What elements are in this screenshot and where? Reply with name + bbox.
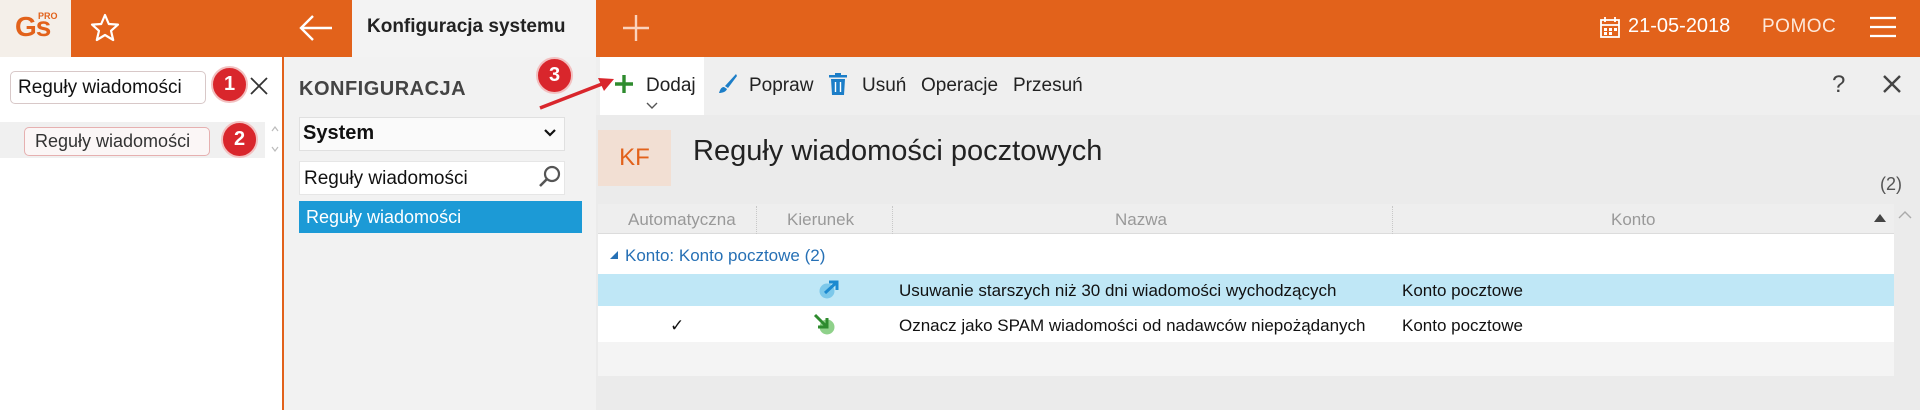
hamburger-menu-icon[interactable] [1870, 16, 1896, 38]
config-search-value: Reguły wiadomości [304, 168, 468, 189]
search-icon[interactable] [538, 165, 562, 189]
configuration-title: KONFIGURACJA [299, 78, 467, 100]
trash-icon [829, 73, 847, 95]
new-tab-plus-icon[interactable] [620, 12, 652, 44]
collapse-caret-icon[interactable] [610, 251, 618, 259]
record-count: (2) [1880, 174, 1902, 194]
module-select-value: System [303, 122, 375, 144]
sort-ascending-icon[interactable] [1874, 214, 1886, 222]
add-dropdown-chevron-icon[interactable] [646, 102, 658, 110]
star-icon[interactable] [88, 11, 122, 45]
annotation-badge-3: 3 [536, 57, 573, 94]
group-label: Konto: Konto pocztowe (2) [625, 246, 825, 266]
help-question-icon[interactable]: ? [1832, 71, 1845, 99]
group-field-value: Konto pocztowe (2) [678, 246, 826, 265]
tab-konfiguracja-systemu[interactable]: Konfiguracja systemu [352, 0, 596, 57]
search-result-label: Reguły wiadomości [35, 131, 191, 151]
edit-button[interactable]: Popraw [749, 75, 813, 97]
column-header-konto[interactable]: Konto [1611, 210, 1655, 230]
column-separator [892, 206, 893, 234]
group-field-name: Konto: [625, 246, 675, 265]
current-date[interactable]: 21-05-2018 [1628, 15, 1730, 38]
scroll-up-icon[interactable] [1898, 210, 1912, 220]
add-button-label: Dodaj [646, 75, 696, 96]
global-search-panel [0, 57, 282, 410]
column-separator [756, 206, 757, 234]
config-tree-item-label: Reguły wiadomości [306, 207, 462, 227]
brush-icon [719, 74, 737, 93]
result-scroll-arrows-icon[interactable] [270, 124, 280, 154]
clear-search-icon[interactable] [248, 75, 270, 97]
module-badge: KF [598, 130, 671, 186]
column-header-automatyczna[interactable]: Automatyczna [628, 210, 736, 230]
tab-label: Konfiguracja systemu [367, 16, 566, 37]
operations-button[interactable]: Operacje [921, 75, 998, 97]
app-logo[interactable]: Gs PRO [0, 0, 71, 57]
column-header-kierunek[interactable]: Kierunek [787, 210, 854, 230]
column-separator [1392, 206, 1393, 234]
global-search-value: Reguły wiadomości [18, 77, 182, 98]
plus-icon [615, 75, 633, 93]
incoming-mail-icon [813, 313, 835, 335]
row-name: Oznacz jako SPAM wiadomości od nadawców … [899, 316, 1366, 335]
table-row-empty [598, 342, 1894, 376]
page-title: Reguły wiadomości pocztowych [693, 135, 1103, 167]
annotation-badge-2: 2 [221, 121, 258, 158]
row-account: Konto pocztowe [1402, 316, 1523, 335]
close-icon[interactable] [1883, 75, 1901, 93]
back-arrow-icon[interactable] [298, 12, 334, 44]
logo-pro-badge: PRO [38, 11, 58, 21]
annotation-badge-1: 1 [211, 66, 248, 103]
config-tree-item-selected[interactable]: Reguły wiadomości [299, 201, 582, 233]
move-button[interactable]: Przesuń [1013, 75, 1083, 97]
help-link[interactable]: POMOC [1762, 16, 1836, 38]
column-header-nazwa[interactable]: Nazwa [1115, 210, 1167, 230]
calendar-icon[interactable] [1600, 17, 1620, 38]
chevron-down-icon[interactable] [543, 128, 557, 138]
delete-button[interactable]: Usuń [862, 75, 906, 97]
row-account: Konto pocztowe [1402, 281, 1523, 300]
automatic-checkmark: ✓ [670, 316, 685, 335]
outgoing-mail-icon [819, 280, 839, 299]
row-name: Usuwanie starszych niż 30 dni wiadomości… [899, 281, 1337, 300]
